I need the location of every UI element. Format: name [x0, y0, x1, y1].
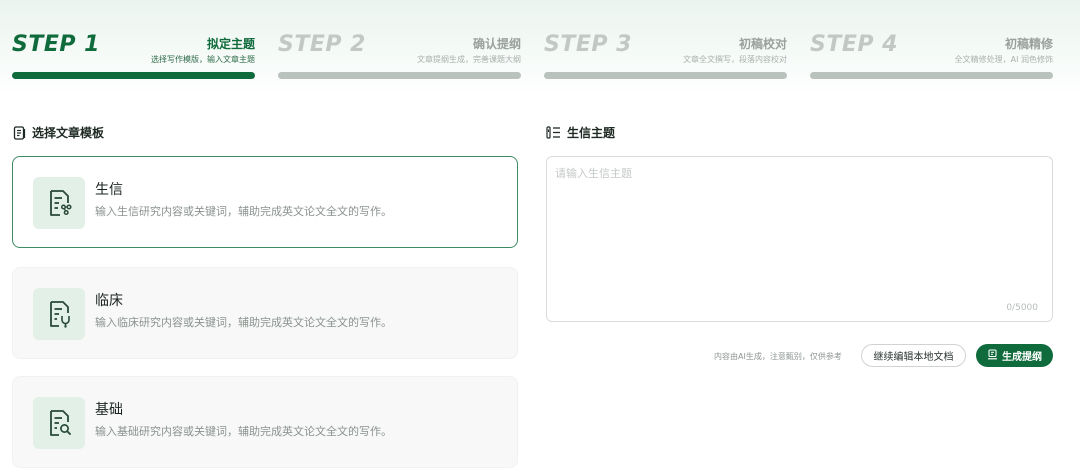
- topic-section-heading: 生信主题: [546, 124, 615, 141]
- template-description: 输入临床研究内容或关键词，辅助完成英文论文全文的写作。: [95, 316, 392, 329]
- template-section-heading: 选择文章模板: [13, 124, 104, 141]
- step-title: 确认提纲: [472, 37, 521, 51]
- ai-disclaimer: 内容由AI生成，注意甄别，仅供参考: [714, 352, 842, 361]
- step-subtitle: 选择写作模版，输入文章主题: [151, 55, 255, 64]
- step-progress-bar: [12, 72, 255, 79]
- step-4[interactable]: STEP 4 初稿精修 全文精修处理，AI 润色修饰: [810, 30, 1053, 82]
- topic-input-box: 0/5000: [546, 156, 1053, 322]
- generate-outline-label: 生成提纲: [1002, 352, 1042, 363]
- template-card-clinical[interactable]: 临床 输入临床研究内容或关键词，辅助完成英文论文全文的写作。: [12, 267, 518, 359]
- step-2[interactable]: STEP 2 确认提纲 文章提纲生成，完善课题大纲: [278, 30, 521, 82]
- character-counter: 0/5000: [1006, 303, 1038, 313]
- step-subtitle: 文章提纲生成，完善课题大纲: [417, 55, 521, 64]
- topic-list-icon: [546, 126, 561, 139]
- step-title: 初稿精修: [1004, 37, 1053, 51]
- template-title: 生信: [95, 182, 123, 198]
- clinical-doc-icon: [33, 288, 85, 340]
- topic-input[interactable]: [547, 157, 1052, 321]
- step-number: STEP 2: [278, 32, 366, 57]
- step-title: 拟定主题: [206, 37, 255, 51]
- step-subtitle: 文章全文撰写，段落内容校对: [683, 55, 787, 64]
- step-number: STEP 3: [544, 32, 632, 57]
- step-title: 初稿校对: [738, 37, 787, 51]
- step-number: STEP 4: [810, 32, 898, 57]
- step-progress-bar: [544, 72, 787, 79]
- step-1[interactable]: STEP 1 拟定主题 选择写作模版，输入文章主题: [12, 30, 255, 82]
- step-subtitle: 全文精修处理，AI 润色修饰: [954, 55, 1053, 64]
- generate-outline-button[interactable]: 生成提纲: [976, 344, 1053, 367]
- continue-editing-button[interactable]: 继续编辑本地文档: [861, 344, 966, 367]
- outline-generate-icon: [987, 348, 998, 363]
- topic-heading-label: 生信主题: [567, 126, 616, 140]
- step-progress: STEP 1 拟定主题 选择写作模版，输入文章主题 STEP 2 确认提纲 文章…: [12, 30, 1053, 82]
- template-card-bioinformatics[interactable]: 生信 输入生信研究内容或关键词，辅助完成英文论文全文的写作。: [12, 156, 518, 248]
- template-heading-label: 选择文章模板: [32, 126, 105, 140]
- template-description: 输入基础研究内容或关键词，辅助完成英文论文全文的写作。: [95, 425, 392, 438]
- template-description: 输入生信研究内容或关键词，辅助完成英文论文全文的写作。: [95, 205, 392, 218]
- step-number: STEP 1: [12, 32, 100, 57]
- template-title: 基础: [95, 402, 123, 418]
- step-progress-bar: [278, 72, 521, 79]
- step-3[interactable]: STEP 3 初稿校对 文章全文撰写，段落内容校对: [544, 30, 787, 82]
- bioinformatics-doc-icon: [33, 177, 85, 229]
- template-title: 临床: [95, 293, 123, 309]
- document-list-icon: [13, 125, 26, 140]
- basic-research-doc-icon: [33, 397, 85, 449]
- template-card-basic[interactable]: 基础 输入基础研究内容或关键词，辅助完成英文论文全文的写作。: [12, 376, 518, 468]
- step-progress-bar: [810, 72, 1053, 79]
